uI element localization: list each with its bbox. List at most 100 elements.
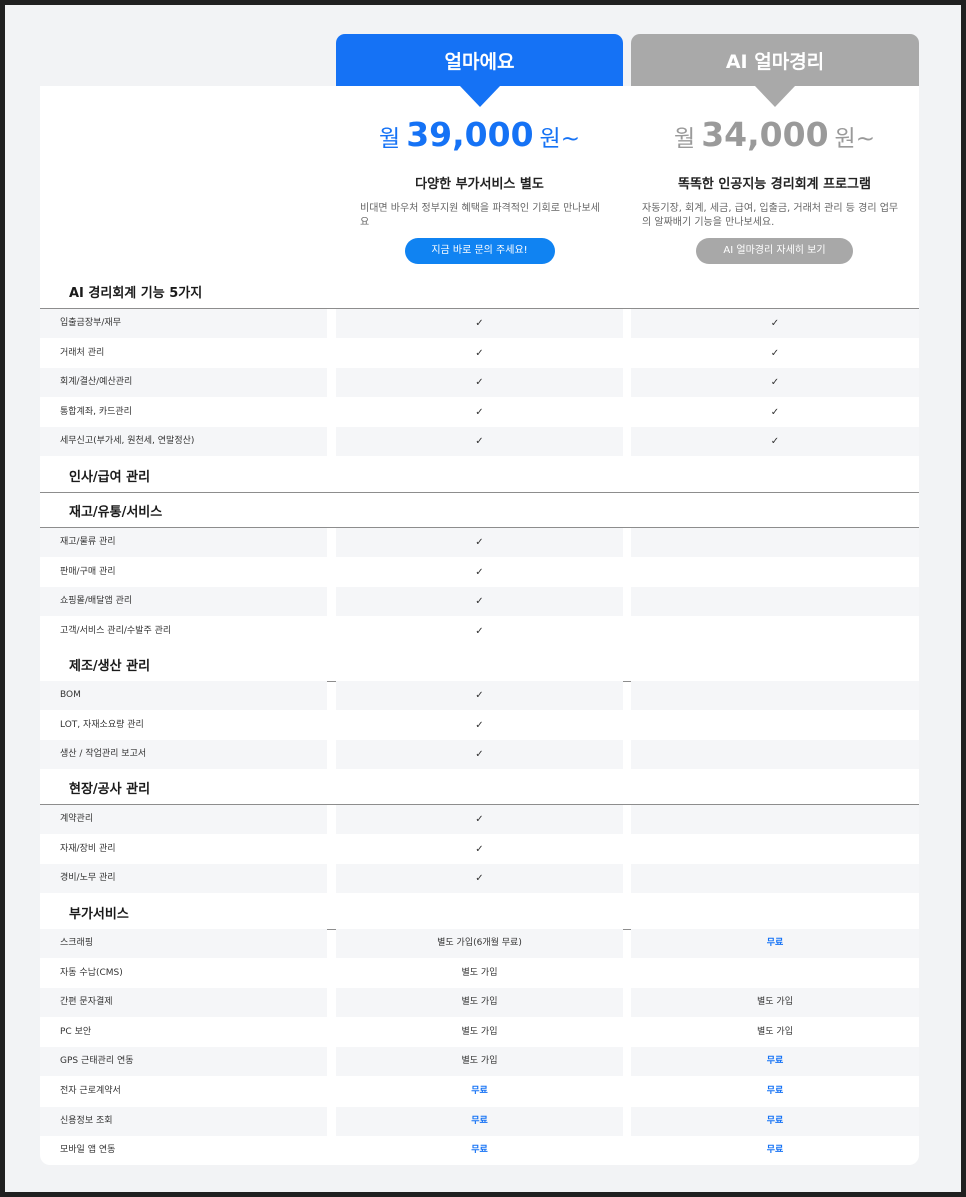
cell-ai-eolmagyeongri: 무료 [631,1106,919,1136]
section-header: 부가서비스 [40,894,919,930]
cell-ai-eolmagyeongri [631,681,919,710]
price-amount: 39,000 [406,115,534,154]
checkmark-icon: ✓ [770,436,780,448]
cell-eolmaeyo: ✓ [336,368,623,398]
section-title: 현장/공사 관리 [69,782,151,797]
section-title: 재고/유통/서비스 [69,505,163,520]
price-amount: 34,000 [701,115,829,154]
table-row: 세무신고(부가세, 원천세, 연말정산) ✓ ✓ [40,427,919,457]
cell-eolmaeyo: 별도 가입 [336,1047,623,1077]
feature-label: 회계/결산/예산관리 [40,368,327,398]
cell-ai-eolmagyeongri: ✓ [631,398,919,427]
section-header: 현장/공사 관리 [40,769,919,805]
cell-ai-eolmagyeongri: 별도 가입 [631,988,919,1018]
cell-eolmaeyo: 별도 가입 [336,1018,623,1047]
cell-ai-eolmagyeongri: 무료 [631,1136,919,1165]
table-row: 판매/구매 관리 ✓ [40,558,919,587]
cell-text: 별도 가입 [461,1056,498,1067]
section-header: AI 경리회계 기능 5가지 [40,273,919,309]
cell-eolmaeyo: ✓ [336,681,623,710]
contact-button[interactable]: 지금 바로 문의 주세요! [404,238,555,264]
cell-ai-eolmagyeongri [631,835,919,864]
table-row: 회계/결산/예산관리 ✓ ✓ [40,368,919,398]
plan-header-pointer [459,86,500,107]
cell-eolmaeyo: 무료 [336,1136,623,1165]
cell-eolmaeyo: ✓ [336,427,623,457]
plan-header-ai-eolmagyeongri: AI 얼마경리 [631,34,919,107]
section-header: 인사/급여 관리 [40,457,919,493]
plan-description: 자동기장, 회계, 세금, 급여, 입출금, 거래처 관리 등 경리 업무의 알… [642,203,899,228]
table-row: 경비/노무 관리 ✓ [40,864,919,894]
section-header: 제조/생산 관리 [40,646,919,682]
free-badge: 무료 [766,1086,784,1096]
checkmark-icon: ✓ [475,625,484,637]
cell-eolmaeyo: ✓ [336,805,623,834]
feature-label: 전자 근로계약서 [60,1086,121,1096]
table-row: LOT, 자재소요량 관리 ✓ [40,711,919,740]
feature-label: 모바일 앱 연동 [60,1145,116,1156]
cell-ai-eolmagyeongri [631,740,919,770]
table-row: PC 보안 별도 가입 별도 가입 [40,1018,919,1047]
feature-label: GPS 근태관리 연동 [40,1047,327,1077]
feature-label: BOM [40,681,327,710]
feature-label: 판매/구매 관리 [60,566,116,577]
price-suffix: 원~ [539,126,580,152]
cell-eolmaeyo: 무료 [336,1106,623,1136]
table-row: 재고/물류 관리 ✓ [40,528,919,557]
feature-label: 신용정보 조회 [40,1106,327,1136]
cell-ai-eolmagyeongri [631,528,919,557]
table-row: 입출금장부/재무 ✓ ✓ [40,309,919,338]
table-row: 간편 문자결제 별도 가입 별도 가입 [40,988,919,1018]
checkmark-icon: ✓ [475,406,484,418]
feature-label: 거래처 관리 [60,347,105,358]
feature-label: 자재/장비 관리 [60,843,116,854]
table-row: 쇼핑몰/배달앱 관리 ✓ [40,587,919,617]
feature-label: 생산 / 작업관리 보고서 [40,740,327,770]
plan-name: AI 얼마경리 [725,50,825,73]
cell-eolmaeyo: ✓ [336,558,623,587]
feature-label: 스크래핑 [40,929,327,958]
table-row: 자재/장비 관리 ✓ [40,835,919,864]
free-badge: 무료 [471,1115,488,1126]
page-background: 얼마에요 AI 얼마경리 월 39,000 원~ 다양한 부가서비스 별도 비대… [5,5,961,1192]
section-header: 재고/유통/서비스 [40,492,919,528]
table-row: 생산 / 작업관리 보고서 ✓ [40,740,919,770]
cell-ai-eolmagyeongri: ✓ [631,309,919,338]
feature-label: 재고/물류 관리 [40,528,327,557]
cell-eolmaeyo: 별도 가입(6개월 무료) [336,929,623,958]
table-row: 신용정보 조회 무료 무료 [40,1106,919,1136]
checkmark-icon: ✓ [475,814,484,825]
plan-price: 월 34,000 원~ [631,115,918,159]
plan-header-eolmaeyo: 얼마에요 [336,34,623,107]
checkmark-icon: ✓ [475,377,484,389]
cell-ai-eolmagyeongri [631,959,919,988]
table-row: 모바일 앱 연동 무료 무료 [40,1136,919,1165]
checkmark-icon: ✓ [475,436,484,448]
cell-eolmaeyo: ✓ [336,398,623,427]
cell-eolmaeyo: ✓ [336,617,623,646]
feature-label: 자동 수납(CMS) [60,967,123,978]
checkmark-icon: ✓ [475,749,484,761]
section-title: 인사/급여 관리 [69,470,151,485]
checkmark-icon: ✓ [475,843,484,855]
cell-text: 별도 가입 [461,967,498,978]
table-row: GPS 근태관리 연동 별도 가입 무료 [40,1047,919,1077]
free-badge: 무료 [766,1115,784,1126]
feature-label: 쇼핑몰/배달앱 관리 [40,587,327,617]
cell-eolmaeyo: 무료 [336,1077,623,1106]
cell-ai-eolmagyeongri: 별도 가입 [631,1018,919,1047]
checkmark-icon: ✓ [475,566,484,578]
table-row: 거래처 관리 ✓ ✓ [40,339,919,368]
learn-more-button[interactable]: AI 얼마경리 자세히 보기 [696,238,853,264]
feature-label: 고객/서비스 관리/수발주 관리 [60,625,172,636]
feature-label: LOT, 자재소요량 관리 [60,719,144,730]
feature-label: 경비/노무 관리 [40,864,327,894]
checkmark-icon: ✓ [770,406,780,418]
table-row: 전자 근로계약서 무료 무료 [40,1077,919,1106]
cell-ai-eolmagyeongri [631,587,919,617]
cell-text: 별도 가입(6개월 무료) [437,938,522,948]
cell-eolmaeyo: ✓ [336,528,623,557]
checkmark-icon: ✓ [770,377,780,389]
cell-ai-eolmagyeongri: 무료 [631,929,919,958]
plan-summary-ai-eolmagyeongri: 월 34,000 원~ 똑똑한 인공지능 경리회계 프로그램 자동기장, 회계,… [631,115,918,264]
